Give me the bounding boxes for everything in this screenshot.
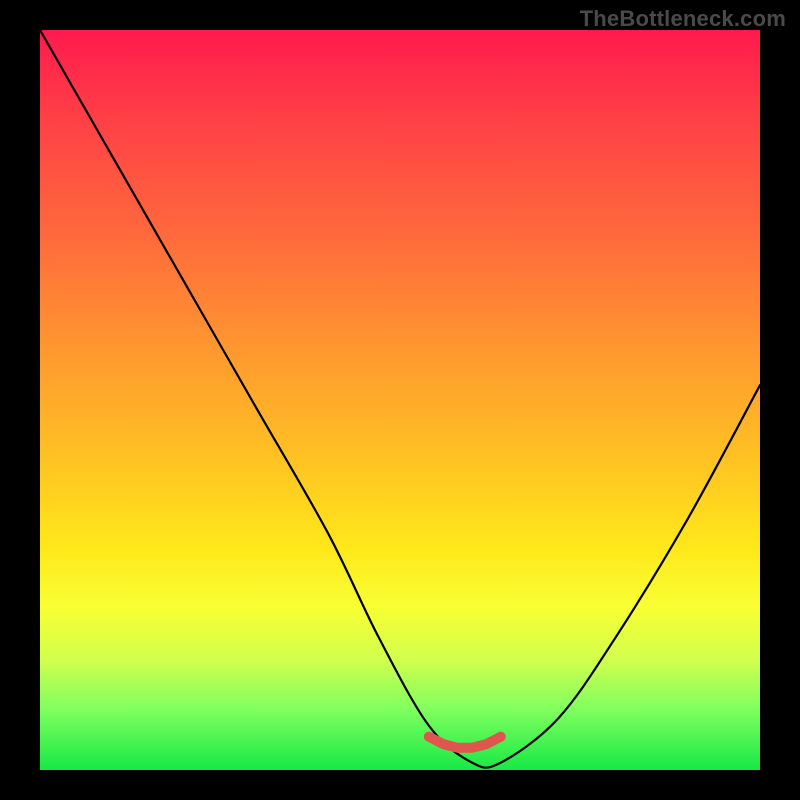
watermark-text: TheBottleneck.com bbox=[580, 6, 786, 32]
chart-frame: TheBottleneck.com bbox=[0, 0, 800, 800]
value-curve-path bbox=[40, 30, 760, 768]
plot-area bbox=[40, 30, 760, 770]
curve-layer bbox=[40, 30, 760, 770]
red-marker-path bbox=[429, 737, 501, 748]
